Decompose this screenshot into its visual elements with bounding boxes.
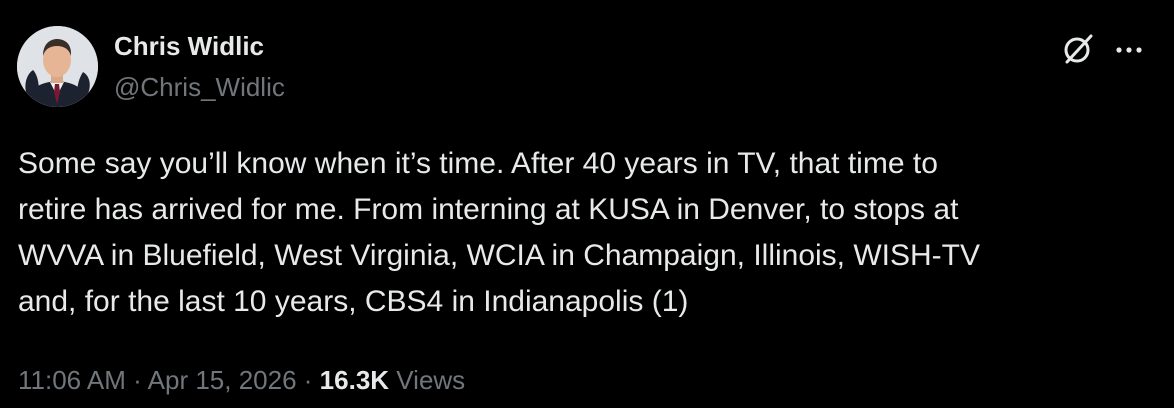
views-count[interactable]: 16.3K bbox=[320, 365, 389, 395]
tweet-text-line: Some say you’ll know when it’s time. Aft… bbox=[18, 147, 938, 180]
meta-separator: · bbox=[133, 365, 142, 395]
tweet-card: Chris Widlic @Chris_Widlic Some say you’… bbox=[0, 0, 1174, 408]
tweet-metadata: 11:06 AM · Apr 15, 2026 · 16.3K Views bbox=[18, 363, 465, 397]
author-display-name[interactable]: Chris Widlic bbox=[114, 30, 264, 62]
author-avatar[interactable] bbox=[17, 26, 98, 107]
meta-separator: · bbox=[303, 365, 313, 395]
tweet-text-line: WVVA in Bluefield, West Virginia, WCIA i… bbox=[18, 239, 981, 272]
author-handle[interactable]: @Chris_Widlic bbox=[114, 71, 285, 103]
views-label: Views bbox=[396, 365, 466, 395]
tweet-text-line: retire has arrived for me. From internin… bbox=[18, 193, 959, 226]
tweet-time[interactable]: 11:06 AM bbox=[18, 365, 126, 395]
avatar-image bbox=[17, 26, 98, 107]
tweet-text: Some say you’ll know when it’s time. Aft… bbox=[18, 141, 1138, 325]
tweet-date[interactable]: Apr 15, 2026 bbox=[148, 365, 297, 395]
grok-icon[interactable] bbox=[1062, 33, 1094, 65]
tweet-text-line: and, for the last 10 years, CBS4 in Indi… bbox=[18, 285, 689, 318]
more-options-icon[interactable] bbox=[1113, 34, 1145, 66]
